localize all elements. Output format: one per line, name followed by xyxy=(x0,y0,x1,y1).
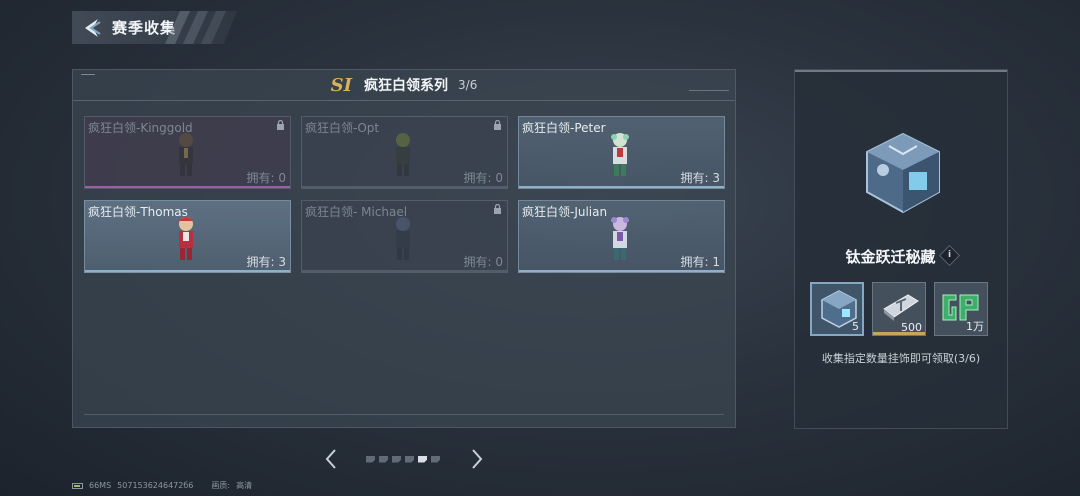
owned-count: 拥有: 3 xyxy=(246,255,287,269)
figure-thomas-icon xyxy=(179,217,193,260)
card-underline xyxy=(85,186,290,188)
card-underline xyxy=(519,186,724,188)
collection-header: SI 疯狂白领系列 3/6 xyxy=(73,70,735,101)
page-dot[interactable] xyxy=(431,455,440,463)
owned-count: 拥有: 0 xyxy=(463,255,504,269)
page-dot[interactable] xyxy=(418,455,427,463)
collection-card-opt[interactable]: 疯狂白领-Opt 拥有: 0 xyxy=(301,116,508,189)
figure-michael-icon xyxy=(396,217,410,260)
item-count: 1万 xyxy=(966,320,984,333)
card-underline xyxy=(519,270,724,272)
collection-grid: 疯狂白领-Kinggold 拥有: 0 疯狂白领-Opt 拥有: 0 疯狂白领-… xyxy=(84,116,725,273)
page-title: 赛季收集 xyxy=(112,19,177,37)
reward-title-text: 钛金跃迁秘藏 xyxy=(845,248,936,266)
back-arrow-icon xyxy=(85,18,101,37)
item-count: 5 xyxy=(852,320,859,333)
titanium-chest-icon xyxy=(866,132,940,214)
collection-card-kinggold[interactable]: 疯狂白领-Kinggold 拥有: 0 xyxy=(84,116,291,189)
owned-count: 拥有: 0 xyxy=(246,171,287,185)
card-name: 疯狂白领-Julian xyxy=(522,205,608,219)
page-dot[interactable] xyxy=(392,455,401,463)
card-underline xyxy=(302,186,507,188)
reward-item-chest[interactable]: 5 xyxy=(810,282,864,336)
item-rarity-bar xyxy=(873,332,925,335)
lock-icon xyxy=(494,204,501,214)
collection-card-peter[interactable]: 疯狂白领-Peter 拥有: 3 xyxy=(518,116,725,189)
card-underline xyxy=(85,270,290,272)
reward-item-gp[interactable]: 1万 xyxy=(934,282,988,336)
quality-label: 画质: xyxy=(211,481,231,490)
lock-icon xyxy=(277,120,284,130)
header-decoration xyxy=(81,74,95,75)
collection-card-michael[interactable]: 疯狂白领- Michael 拥有: 0 xyxy=(301,200,508,273)
panel-top-border xyxy=(795,70,1007,72)
uid-text: 5071536246472б6 xyxy=(117,481,194,490)
collection-card-thomas[interactable]: 疯狂白领-Thomas 拥有: 3 xyxy=(84,200,291,273)
collection-card-julian[interactable]: 疯狂白领-Julian 拥有: 1 xyxy=(518,200,725,273)
figure-peter-icon xyxy=(611,133,629,176)
page-dot[interactable] xyxy=(405,455,414,463)
reward-item-ticket[interactable]: 500 xyxy=(872,282,926,336)
owned-count: 拥有: 1 xyxy=(680,255,721,269)
ping-text: 66MS xyxy=(89,481,112,490)
battery-icon xyxy=(72,482,83,489)
series-logo: SI xyxy=(330,74,353,96)
owned-count: 拥有: 3 xyxy=(680,171,721,185)
figure-opt-icon xyxy=(396,133,410,176)
figure-kinggold-icon xyxy=(179,133,193,176)
page-dot[interactable] xyxy=(379,455,388,463)
page-indicator xyxy=(366,455,440,463)
card-underline xyxy=(302,270,507,272)
reward-items: 5 500 1万 xyxy=(810,282,988,336)
status-bar: 66MS 5071536246472б6 画质: 高清 xyxy=(72,480,252,491)
pagination xyxy=(324,448,484,470)
info-icon[interactable]: i xyxy=(938,244,960,267)
lock-icon xyxy=(494,120,501,130)
figure-julian-icon xyxy=(611,217,629,260)
info-icon-glyph: i xyxy=(947,250,951,260)
page-dot[interactable] xyxy=(366,455,375,463)
header-bar: 赛季收集 xyxy=(72,11,237,44)
card-name: 疯狂白领-Opt xyxy=(305,121,380,135)
panel-divider xyxy=(84,414,724,415)
collection-panel: SI 疯狂白领系列 3/6 疯狂白领-Kinggold 拥有: 0 疯狂白领-O… xyxy=(72,69,736,428)
previous-page-button[interactable] xyxy=(324,448,338,470)
reward-description: 收集指定数量挂饰即可领取(3/6) xyxy=(821,352,981,365)
owned-count: 拥有: 0 xyxy=(463,171,504,185)
series-progress: 3/6 xyxy=(458,78,478,92)
back-button[interactable] xyxy=(72,11,112,44)
reward-title: 钛金跃迁秘藏 i xyxy=(795,244,1007,267)
next-page-button[interactable] xyxy=(470,448,484,470)
card-name: 疯狂白领-Peter xyxy=(522,121,606,135)
reward-panel: 钛金跃迁秘藏 i 5 500 1万 收集指定数量挂饰即可领取(3/6) xyxy=(794,69,1008,429)
series-title: 疯狂白领系列 xyxy=(364,78,449,94)
header-decoration xyxy=(689,90,729,91)
quality-value: 高清 xyxy=(236,481,253,490)
